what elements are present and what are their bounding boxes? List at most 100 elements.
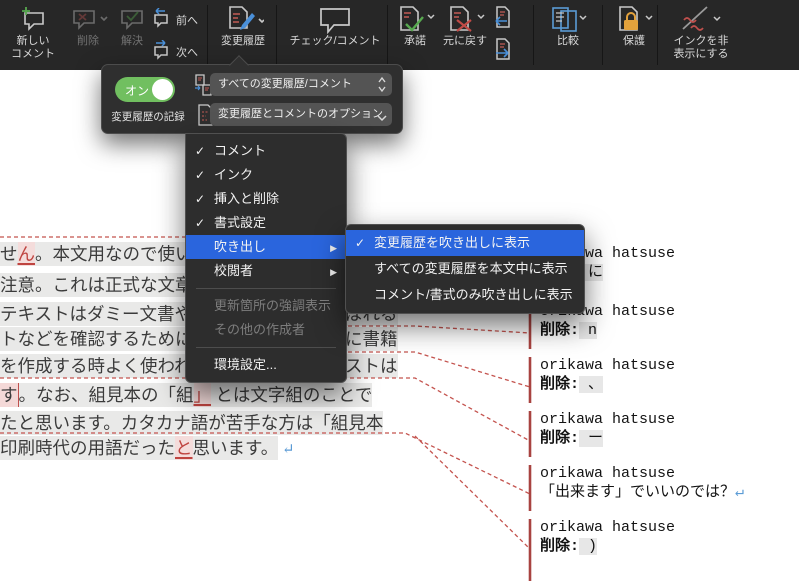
accept-change-button[interactable]: 承諾 (392, 2, 438, 48)
resolve-comment-icon (112, 5, 152, 35)
submenu-item-comments-formatting-only[interactable]: コメント/書式のみ吹き出しに表示 (346, 282, 584, 308)
toggle-state-label: オン (125, 82, 149, 99)
group-divider (387, 5, 388, 65)
track-changes-popover: オン 変更履歴の記録 すべての変更履歴/コメント 変更履歴とコメントのオプション (101, 64, 403, 134)
group-divider (533, 5, 534, 65)
compare-label: 比較 (540, 35, 596, 48)
revision-balloon[interactable]: orikawa hatsuse 削除: 、 (540, 356, 675, 395)
menu-item-insertions-deletions[interactable]: ✓挿入と削除 (186, 187, 346, 211)
markup-display-select[interactable]: すべての変更履歴/コメント (210, 73, 392, 96)
previous-comment-icon (150, 8, 172, 31)
comment-text: 「出来ます」でいいのでは？ (540, 484, 735, 501)
group-divider (276, 5, 277, 65)
checkmark-icon: ✓ (195, 163, 205, 187)
compare-button[interactable]: 比較 (540, 2, 596, 48)
hide-ink-button[interactable]: インクを非 表示にする (664, 2, 738, 61)
menu-item-other-authors: その他の作成者 (186, 318, 346, 342)
accept-change-label: 承諾 (392, 35, 438, 48)
new-comment-label: コメント (4, 48, 62, 61)
word-review-screen: せん。本文用なので使い 注意。これは正式な文章 テキストはダミー文書や ばれる … (0, 0, 799, 581)
checkmark-icon: ✓ (195, 139, 205, 163)
track-changes-icon (212, 5, 274, 35)
submenu-item-all-revisions-inline[interactable]: すべての変更履歴を本文中に表示 (346, 256, 584, 282)
menu-item-balloons[interactable]: 吹き出し▶ (186, 235, 346, 259)
delete-comment-label: 削除 (64, 35, 112, 48)
menu-item-preferences[interactable]: 環境設定... (186, 353, 346, 377)
submenu-arrow-icon: ▶ (330, 236, 337, 260)
comment-balloon[interactable]: orikawa hatsuse 「出来ます」でいいのでは？↵ (540, 464, 744, 503)
reviewer-name: orikawa hatsuse (540, 356, 675, 375)
markup-options-menu: ✓コメント ✓インク ✓挿入と削除 ✓書式設定 吹き出し▶ 校閲者▶ 更新箇所の… (185, 133, 347, 383)
resolve-comment-label: 解決 (112, 35, 152, 48)
delete-comment-icon (64, 5, 112, 35)
check-comments-label: チェック/コメント (286, 35, 384, 48)
reviewer-name: orikawa hatsuse (540, 410, 675, 429)
new-comment-button[interactable]: 新しい コメント (4, 2, 62, 61)
deletion-label: 削除: (540, 376, 579, 393)
deletion-label: 削除: (540, 538, 579, 555)
submenu-item-revisions-in-balloons[interactable]: ✓変更履歴を吹き出しに表示 (346, 230, 584, 256)
checkmark-icon: ✓ (195, 187, 205, 211)
previous-comment-button[interactable]: 前へ (150, 8, 198, 31)
protect-button[interactable]: 保護 (608, 2, 660, 48)
reject-change-icon (440, 5, 490, 35)
checkmark-icon: ✓ (355, 230, 365, 256)
new-comment-label: 新しい (4, 35, 62, 48)
deleted-text: ) (579, 538, 597, 555)
check-comments-icon (286, 5, 384, 35)
menu-item-ink[interactable]: ✓インク (186, 163, 346, 187)
resolve-comment-button[interactable]: 解決 (112, 2, 152, 48)
deletion-label: 削除: (540, 430, 579, 447)
reviewer-name: orikawa hatsuse (540, 518, 675, 537)
select-stepper-icon (377, 74, 387, 104)
chevron-down-icon (377, 108, 387, 131)
next-change-icon (492, 38, 512, 65)
previous-change-icon (492, 6, 512, 33)
review-ribbon: 新しい コメント 削除 解決 前へ 次へ (0, 0, 799, 70)
submenu-arrow-icon: ▶ (330, 260, 337, 284)
compare-icon (540, 5, 596, 35)
new-comment-icon (4, 5, 62, 35)
previous-comment-label: 前へ (176, 12, 198, 28)
track-changes-button[interactable]: 変更履歴 (212, 2, 274, 48)
delete-comment-button[interactable]: 削除 (64, 2, 112, 48)
reject-change-label: 元に戻す (440, 35, 490, 48)
balloons-submenu: ✓変更履歴を吹き出しに表示 すべての変更履歴を本文中に表示 コメント/書式のみ吹… (345, 224, 585, 314)
deleted-text: ー (579, 430, 603, 447)
reviewer-name: orikawa hatsuse (540, 464, 744, 483)
next-comment-button[interactable]: 次へ (150, 40, 198, 63)
hide-ink-label: インクを非 (664, 35, 738, 48)
accept-change-icon (392, 5, 438, 35)
reject-change-button[interactable]: 元に戻す (440, 2, 490, 48)
markup-display-value: すべての変更履歴/コメント (218, 78, 352, 90)
markup-options-button[interactable]: 変更履歴とコメントのオプション (210, 103, 392, 126)
track-changes-toggle-label: 変更履歴の記録 (102, 109, 194, 124)
group-divider (207, 5, 208, 65)
menu-separator (196, 347, 336, 348)
menu-item-reviewers[interactable]: 校閲者▶ (186, 259, 346, 283)
group-divider (602, 5, 603, 65)
deleted-text: n (579, 322, 597, 339)
previous-change-button[interactable] (492, 6, 512, 33)
checkmark-icon: ✓ (195, 211, 205, 235)
menu-item-comments[interactable]: ✓コメント (186, 139, 346, 163)
menu-item-highlight-updates: 更新箇所の強調表示 (186, 294, 346, 318)
deleted-text: 、 (579, 376, 603, 393)
revision-balloon[interactable]: orikawa hatsuse 削除: ) (540, 518, 675, 557)
menu-item-formatting[interactable]: ✓書式設定 (186, 211, 346, 235)
paragraph-return-mark: ↵ (735, 484, 744, 501)
track-changes-label: 変更履歴 (212, 35, 274, 48)
next-comment-label: 次へ (176, 44, 198, 60)
hide-ink-icon (664, 5, 738, 35)
protect-label: 保護 (608, 35, 660, 48)
revision-balloon[interactable]: orikawa hatsuse 削除: ー (540, 410, 675, 449)
protect-icon (608, 5, 660, 35)
next-change-button[interactable] (492, 38, 512, 65)
markup-options-label: 変更履歴とコメントのオプション (218, 108, 383, 120)
next-comment-icon (150, 40, 172, 63)
toggle-knob (152, 79, 173, 100)
menu-separator (196, 288, 336, 289)
check-comments-button[interactable]: チェック/コメント (286, 2, 384, 48)
track-changes-toggle[interactable]: オン (115, 77, 175, 102)
hide-ink-label: 表示にする (664, 48, 738, 61)
